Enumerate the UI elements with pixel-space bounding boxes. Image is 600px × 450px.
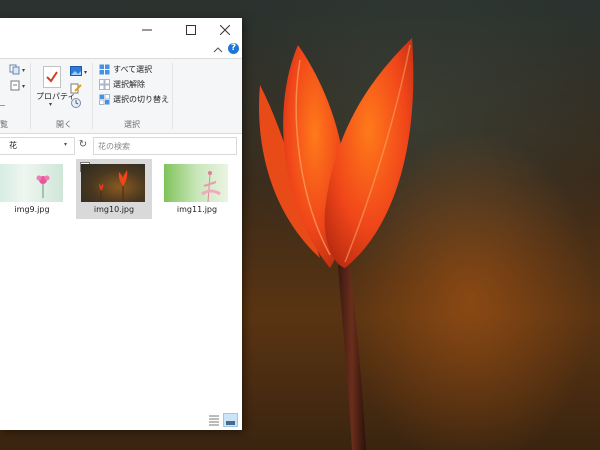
group-label-select: 選択 bbox=[124, 120, 140, 129]
file-name: img10.jpg bbox=[93, 205, 135, 214]
ribbon: ▾ ▾ 覧 プロパティ ▾ ▾ 開く すべて選択 選択解除 選択の切り替え 選択 bbox=[0, 58, 242, 134]
properties-icon bbox=[43, 66, 61, 88]
file-item-selected[interactable]: ✓ img10.jpg bbox=[76, 159, 152, 219]
large-icons-view-button[interactable] bbox=[223, 413, 238, 427]
search-input[interactable] bbox=[98, 138, 218, 154]
refresh-icon: ↻ bbox=[78, 139, 88, 150]
invert-selection-label: 選択の切り替え bbox=[113, 95, 169, 104]
minimize-icon bbox=[142, 29, 152, 31]
caret-down-icon: ▾ bbox=[49, 101, 53, 108]
thumbnail-image bbox=[164, 164, 228, 202]
select-none-label: 選択解除 bbox=[113, 80, 145, 89]
file-item[interactable]: img11.jpg bbox=[159, 159, 235, 219]
select-none-icon bbox=[99, 79, 110, 90]
details-view-icon[interactable] bbox=[207, 413, 221, 427]
close-icon bbox=[220, 25, 230, 35]
edit-icon[interactable] bbox=[70, 82, 82, 94]
breadcrumb[interactable]: 花 bbox=[9, 140, 17, 151]
large-icons-view-icon bbox=[226, 421, 235, 425]
search-box[interactable] bbox=[93, 137, 237, 155]
paste-shortcut-icon[interactable] bbox=[9, 79, 21, 91]
thumbnail-image bbox=[0, 164, 63, 202]
ribbon-tab-bar: ? bbox=[0, 42, 242, 58]
file-explorer-window: ? ▾ ▾ 覧 プロパティ ▾ ▾ 開く すべて選択 選択解除 選択の切り替え … bbox=[0, 18, 242, 430]
file-item[interactable]: img9.jpg bbox=[0, 159, 70, 219]
thumbnail-image bbox=[81, 164, 145, 202]
close-button[interactable] bbox=[208, 18, 242, 42]
title-bar bbox=[0, 18, 242, 42]
chevron-up-icon[interactable] bbox=[212, 44, 224, 56]
chevron-down-icon[interactable]: ▾ bbox=[64, 141, 67, 148]
file-name: img11.jpg bbox=[176, 205, 218, 214]
caret-down-icon: ▾ bbox=[84, 69, 88, 76]
file-list-view: img9.jpg ✓ img10.jpg bbox=[0, 158, 242, 430]
invert-selection-icon bbox=[99, 94, 110, 105]
group-label-open: 開く bbox=[56, 120, 72, 129]
maximize-button[interactable] bbox=[174, 18, 208, 42]
history-icon[interactable] bbox=[70, 97, 82, 109]
help-icon[interactable]: ? bbox=[228, 43, 239, 54]
select-all-label: すべて選択 bbox=[113, 65, 153, 74]
maximize-icon bbox=[186, 25, 196, 35]
open-image-icon[interactable] bbox=[70, 65, 82, 77]
copy-path-icon[interactable] bbox=[9, 63, 21, 75]
caret-down-icon: ▾ bbox=[22, 67, 26, 74]
group-separator bbox=[30, 63, 31, 129]
address-bar[interactable]: 花 ▾ bbox=[0, 137, 75, 155]
minimize-button[interactable] bbox=[130, 18, 164, 42]
file-name: img9.jpg bbox=[14, 205, 50, 214]
select-all-icon bbox=[99, 64, 110, 75]
address-bar-row: 花 ▾ ↻ bbox=[0, 136, 242, 156]
properties-button[interactable]: プロパティ ▾ bbox=[34, 63, 76, 113]
group-separator bbox=[172, 63, 173, 129]
group-label-view: 覧 bbox=[0, 120, 8, 129]
caret-down-icon: ▾ bbox=[22, 83, 26, 90]
group-separator bbox=[92, 63, 93, 129]
refresh-button[interactable]: ↻ bbox=[76, 137, 90, 153]
divider bbox=[0, 105, 5, 106]
